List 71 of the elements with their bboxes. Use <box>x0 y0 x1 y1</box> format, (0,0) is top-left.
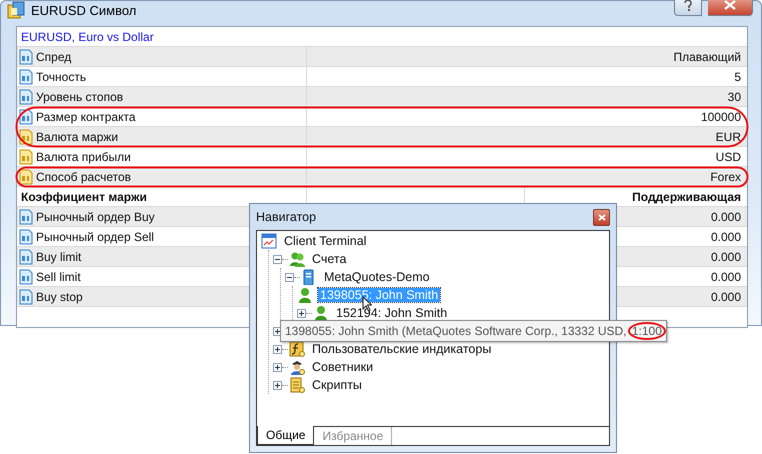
property-name: Способ расчетов <box>36 170 132 184</box>
tree-item[interactable]: 152194: John Smith <box>334 306 450 320</box>
expand-icon[interactable] <box>273 362 282 372</box>
close-button[interactable] <box>593 208 610 226</box>
graduate-icon <box>289 359 305 375</box>
function-icon <box>289 341 305 357</box>
property-value: Forex <box>710 170 741 184</box>
tree-item[interactable]: Советники <box>310 360 376 374</box>
close-icon <box>598 214 606 220</box>
window-title: Навигатор <box>256 210 316 224</box>
number-doc-icon <box>19 68 33 84</box>
property-value: 100000 <box>700 110 741 124</box>
property-name: Спред <box>36 50 72 64</box>
tree-item[interactable]: MetaQuotes-Demo <box>322 270 432 284</box>
app-icon <box>7 1 25 19</box>
number-doc-icon <box>19 288 33 304</box>
symbol-description: EURUSD, Euro vs Dollar <box>21 30 154 44</box>
property-name: Валюта маржи <box>36 130 118 144</box>
property-name: Buy limit <box>36 250 82 264</box>
collapse-icon[interactable] <box>285 272 294 282</box>
property-name: Валюта прибыли <box>36 150 131 164</box>
section-title: Коэффициент маржи <box>20 190 147 204</box>
help-button[interactable] <box>674 0 702 16</box>
tab[interactable]: Общие <box>257 426 314 445</box>
number-doc-icon <box>19 268 33 284</box>
number-doc-icon <box>19 88 33 104</box>
property-value: 0.000 <box>710 230 741 244</box>
property-value: 5 <box>734 70 741 84</box>
tooltip-text: 1398055: John Smith (MetaQuotes Software Corp., 13332 USD, <box>285 324 628 338</box>
window-title: EURUSD Символ <box>31 2 136 18</box>
expand-icon[interactable] <box>273 380 282 390</box>
tree-item[interactable]: Client Terminal <box>282 234 368 248</box>
property-name: Точность <box>36 70 86 84</box>
close-button[interactable] <box>708 0 753 16</box>
property-value: 0.000 <box>710 270 741 284</box>
property-value: 0.000 <box>710 250 741 264</box>
property-name: Рыночный ордер Sell <box>36 230 154 244</box>
tab[interactable]: Избранное <box>314 427 392 445</box>
tree-item[interactable]: Счета <box>310 252 348 266</box>
number-doc-icon <box>19 248 33 264</box>
property-name: Рыночный ордер Buy <box>36 210 155 224</box>
property-value: USD <box>716 150 741 164</box>
property-value: EUR <box>716 130 741 144</box>
property-value: 0.000 <box>710 210 741 224</box>
user-icon <box>297 287 313 303</box>
expand-icon[interactable] <box>273 326 282 336</box>
property-name: Sell limit <box>36 270 81 284</box>
chart-window-icon <box>261 233 277 249</box>
text-doc-icon <box>19 148 33 164</box>
column-header: Поддерживающая <box>631 190 741 204</box>
collapse-icon[interactable] <box>273 254 282 264</box>
number-doc-icon <box>19 208 33 224</box>
tree-item[interactable]: Скрипты <box>310 378 364 392</box>
property-name: Buy stop <box>36 290 83 304</box>
property-name: Уровень стопов <box>36 90 124 104</box>
number-doc-icon <box>19 48 33 64</box>
property-name: Размер контракта <box>36 110 136 124</box>
text-doc-icon <box>19 128 33 144</box>
property-value: 30 <box>728 90 741 104</box>
number-doc-icon <box>19 228 33 244</box>
property-value: 0.000 <box>710 290 741 304</box>
tree-item[interactable]: Пользовательские индикаторы <box>310 342 494 356</box>
help-icon <box>683 0 693 11</box>
scroll-icon <box>289 377 305 393</box>
property-value: Плавающий <box>674 50 741 64</box>
users-icon <box>289 251 305 267</box>
expand-icon[interactable] <box>273 344 282 354</box>
close-icon <box>724 0 736 10</box>
circled-leverage-text: 1:100 <box>628 322 666 340</box>
text-doc-icon <box>19 168 33 184</box>
expand-icon[interactable] <box>297 308 306 318</box>
